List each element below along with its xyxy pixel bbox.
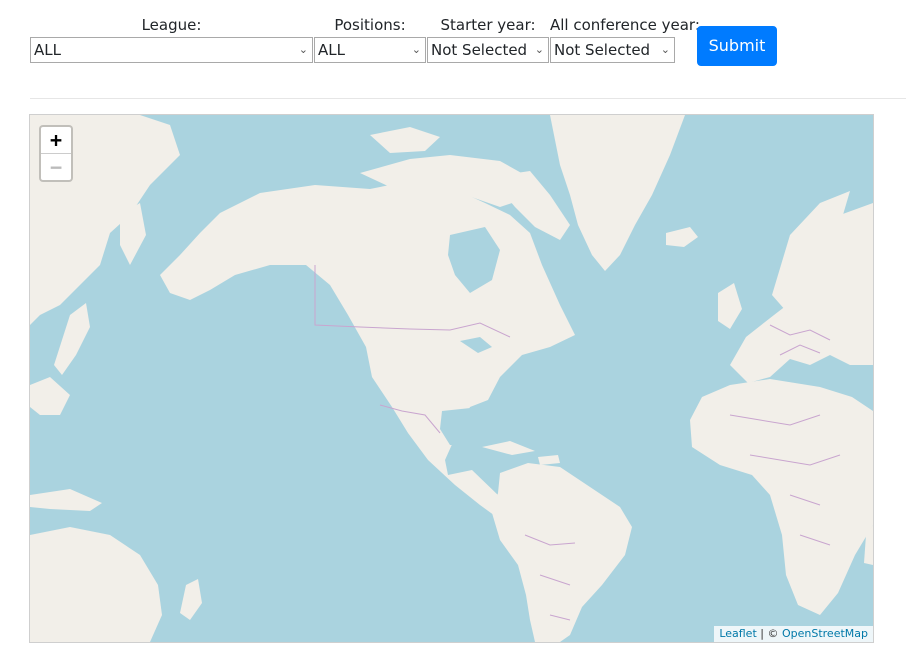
zoom-out-button[interactable]: −: [41, 153, 71, 180]
chevron-down-icon: ⌄: [298, 43, 308, 56]
map-attribution: Leaflet | © OpenStreetMap: [714, 626, 873, 642]
attribution-separator: | ©: [756, 627, 782, 640]
chevron-down-icon: ⌄: [534, 43, 544, 56]
league-filter: League: ALL ⌄: [30, 14, 313, 63]
positions-filter: Positions: ALL ⌄: [314, 14, 426, 63]
leaflet-link[interactable]: Leaflet: [719, 627, 756, 640]
filter-bar: League: ALL ⌄ Positions: ALL ⌄ Starter y…: [30, 14, 790, 70]
positions-select-value: ALL: [318, 41, 345, 59]
divider: [30, 98, 906, 99]
starter-year-select[interactable]: Not Selected ⌄: [427, 37, 549, 63]
starter-year-select-value: Not Selected: [431, 41, 528, 59]
all-conference-year-select-value: Not Selected: [554, 41, 651, 59]
positions-select[interactable]: ALL ⌄: [314, 37, 426, 63]
map-tiles: [30, 115, 873, 642]
chevron-down-icon: ⌄: [660, 43, 670, 56]
all-conference-year-filter: All conference year: Not Selected ⌄: [550, 14, 700, 63]
submit-button[interactable]: Submit: [697, 26, 777, 66]
zoom-control: + −: [39, 125, 73, 182]
openstreetmap-link[interactable]: OpenStreetMap: [782, 627, 868, 640]
league-label: League:: [141, 16, 202, 34]
all-conference-year-label: All conference year:: [550, 16, 700, 34]
positions-label: Positions:: [334, 16, 406, 34]
starter-year-label: Starter year:: [440, 16, 536, 34]
starter-year-filter: Starter year: Not Selected ⌄: [427, 14, 549, 63]
league-select-value: ALL: [34, 41, 61, 59]
all-conference-year-select[interactable]: Not Selected ⌄: [550, 37, 675, 63]
zoom-in-button[interactable]: +: [41, 127, 71, 153]
league-select[interactable]: ALL ⌄: [30, 37, 313, 63]
chevron-down-icon: ⌄: [411, 43, 421, 56]
world-map[interactable]: + − Leaflet | © OpenStreetMap: [29, 114, 874, 643]
